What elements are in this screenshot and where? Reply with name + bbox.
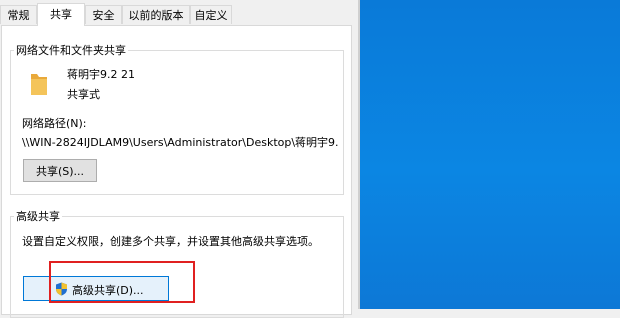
advanced-share-group-title: 高级共享 [16,210,60,223]
advanced-share-button[interactable]: 高级共享(D)... [23,276,169,301]
tab-previous-versions[interactable]: 以前的版本 [122,5,190,24]
tab-strip: 常规 共享 安全 以前的版本 自定义 [0,0,360,26]
network-path-label: 网络路径(N): [22,117,87,130]
tab-security[interactable]: 安全 [85,5,122,24]
folder-icon [31,74,47,95]
folder-name: 蒋明宇9.2 21 [67,68,135,81]
desktop-background [360,0,620,309]
tab-sharing[interactable]: 共享 [37,3,85,26]
advanced-share-button-label: 高级共享(D)... [72,284,144,297]
uac-shield-icon [56,282,67,296]
properties-dialog: 常规 共享 安全 以前的版本 自定义 网络文件和文件夹共享 蒋明宇9.2 21 … [0,0,360,318]
sharing-tab-page: 网络文件和文件夹共享 蒋明宇9.2 21 共享式 网络路径(N): \\WIN-… [1,25,352,318]
share-status: 共享式 [67,88,100,101]
share-button[interactable]: 共享(S)... [23,159,97,182]
network-share-group-title: 网络文件和文件夹共享 [16,44,126,57]
advanced-share-description: 设置自定义权限，创建多个共享，并设置其他高级共享选项。 [22,235,319,248]
tab-customize[interactable]: 自定义 [190,5,232,24]
network-path-value[interactable]: \\WIN-2824IJDLAM9\Users\Administrator\De… [22,134,339,150]
advanced-share-group: 高级共享 [10,208,344,318]
tab-general[interactable]: 常规 [0,5,37,24]
